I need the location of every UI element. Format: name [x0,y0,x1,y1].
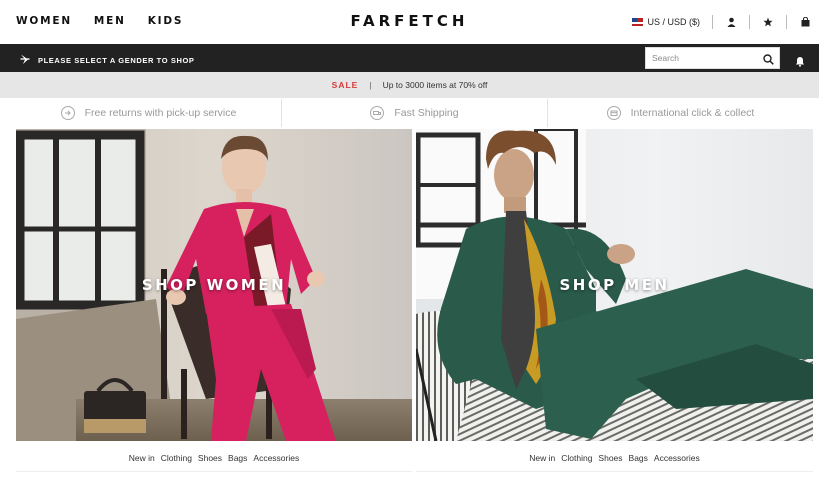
shop-men-label[interactable]: SHOP MEN [416,276,813,294]
divider [749,15,750,29]
divider [786,15,787,29]
click-collect-icon [606,106,621,120]
account-icon[interactable] [725,16,737,28]
men-link-bags[interactable]: Bags [629,453,648,463]
us-flag-icon [632,18,644,26]
top-header: WOMEN MEN KIDS FARFETCH US / USD ($) [0,0,819,44]
perk-label: Fast Shipping [394,107,459,119]
perk-click-collect[interactable]: International click & collect [548,99,813,127]
men-category-links: New in Clothing Shoes Bags Accessories [416,444,813,472]
shop-women-label[interactable]: SHOP WOMEN [16,276,412,294]
locale-selector[interactable]: US / USD ($) [647,17,700,27]
sale-separator: | [369,80,372,90]
women-link-bags[interactable]: Bags [228,453,247,463]
hero-shop-men[interactable]: SHOP MEN [416,129,813,441]
wishlist-star-icon[interactable] [762,16,774,28]
men-link-clothing[interactable]: Clothing [561,453,592,463]
sale-label: SALE [331,80,359,90]
sale-text: Up to 3000 items at 70% off [382,80,488,90]
hero-shop-women[interactable]: SHOP WOMEN [16,129,412,441]
sale-banner[interactable]: SALE | Up to 3000 items at 70% off [0,72,819,98]
men-link-accessories[interactable]: Accessories [654,453,700,463]
gender-select-message: PLEASE SELECT A GENDER TO SHOP [38,55,195,65]
women-link-new-in[interactable]: New in [129,453,155,463]
perks-bar: Free returns with pick-up service Fast S… [16,99,813,127]
women-link-clothing[interactable]: Clothing [161,453,192,463]
returns-icon [60,106,75,120]
notification-bell-icon[interactable] [795,54,805,72]
search-icon[interactable] [763,52,774,70]
gender-select-prompt[interactable]: PLEASE SELECT A GENDER TO SHOP [19,53,195,67]
women-category-links: New in Clothing Shoes Bags Accessories [16,444,412,472]
men-link-shoes[interactable]: Shoes [598,453,622,463]
search-box[interactable] [645,47,780,69]
women-link-accessories[interactable]: Accessories [253,453,299,463]
header-utilities: US / USD ($) [632,13,811,31]
hanger-icon [19,53,31,67]
divider [712,15,713,29]
men-link-new-in[interactable]: New in [529,453,555,463]
perk-label: Free returns with pick-up service [84,107,237,119]
shipping-icon [370,106,385,120]
shopping-bag-icon[interactable] [799,16,811,28]
perk-label: International click & collect [630,107,755,119]
search-input[interactable] [646,53,756,63]
perk-free-returns[interactable]: Free returns with pick-up service [16,99,282,127]
perk-fast-shipping[interactable]: Fast Shipping [282,99,548,127]
women-link-shoes[interactable]: Shoes [198,453,222,463]
